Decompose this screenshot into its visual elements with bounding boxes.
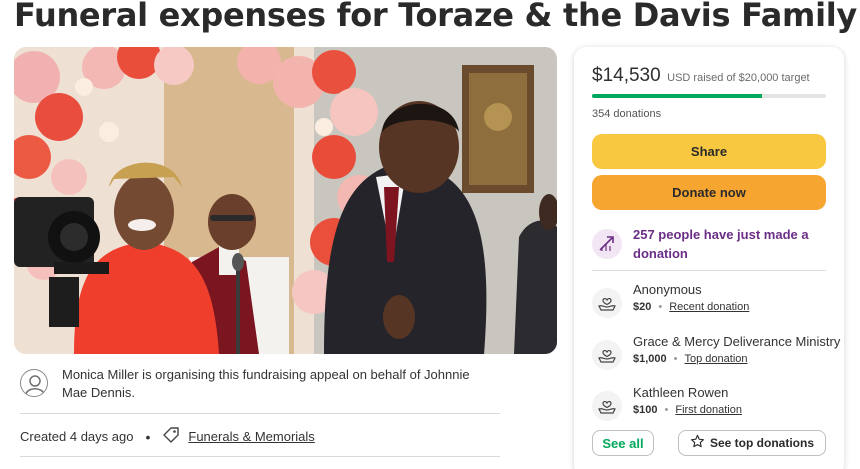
share-button[interactable]: Share <box>592 134 826 169</box>
divider <box>20 456 500 457</box>
raised-target: USD raised of $20,000 target <box>667 72 810 84</box>
trending-up-icon <box>592 229 622 259</box>
donor-kind-link[interactable]: First donation <box>675 404 742 416</box>
hands-heart-icon <box>592 340 622 370</box>
donor-item: Kathleen Rowen $100 • First donation <box>592 385 832 425</box>
see-top-donations-button[interactable]: See top donations <box>678 430 826 456</box>
star-icon <box>690 434 705 452</box>
progress-bar <box>592 94 826 98</box>
user-avatar-icon[interactable] <box>20 369 48 397</box>
donation-card: $14,530 USD raised of $20,000 target 354… <box>574 47 844 469</box>
donor-kind-link[interactable]: Top donation <box>685 353 748 365</box>
donor-item: Anonymous $20 • Recent donation <box>592 282 832 322</box>
donor-name: Anonymous <box>633 282 702 297</box>
donor-detail: $20 • Recent donation <box>633 301 749 313</box>
donor-kind-link[interactable]: Recent donation <box>669 301 749 313</box>
tag-icon <box>162 426 180 447</box>
divider <box>20 413 500 414</box>
donor-item: Grace & Mercy Deliverance Ministry $1,00… <box>592 334 840 374</box>
donor-amount: $20 <box>633 301 652 313</box>
donations-count: 354 donations <box>592 108 662 120</box>
donor-amount: $100 <box>633 404 658 416</box>
recent-activity-text: 257 people have just made a donation <box>633 227 809 261</box>
donor-name: Kathleen Rowen <box>633 385 729 400</box>
donor-separator: • <box>658 301 663 313</box>
donate-now-button[interactable]: Donate now <box>592 175 826 210</box>
raised-amount: $14,530 <box>592 65 661 86</box>
progress-fill <box>592 94 762 98</box>
donor-name: Grace & Mercy Deliverance Ministry <box>633 334 841 349</box>
meta-separator: • <box>145 428 151 445</box>
see-top-donations-label: See top donations <box>709 436 814 450</box>
page-title: Funeral expenses for Toraze & the Davis … <box>14 0 857 34</box>
organiser-description: Monica Miller is organising this fundrai… <box>62 367 470 400</box>
category-link[interactable]: Funerals & Memorials <box>188 429 314 444</box>
donor-amount: $1,000 <box>633 353 667 365</box>
campaign-meta: Created 4 days ago • Funerals & Memorial… <box>20 426 315 447</box>
hands-heart-icon <box>592 391 622 421</box>
donor-detail: $1,000 • Top donation <box>633 353 748 365</box>
see-all-button[interactable]: See all <box>592 430 654 456</box>
donor-separator: • <box>673 353 678 365</box>
created-date: Created 4 days ago <box>20 429 134 444</box>
campaign-photo <box>14 47 557 354</box>
donor-separator: • <box>664 404 669 416</box>
raised-summary: $14,530 USD raised of $20,000 target <box>592 65 810 87</box>
divider <box>592 270 826 271</box>
donor-detail: $100 • First donation <box>633 404 742 416</box>
hands-heart-icon <box>592 288 622 318</box>
